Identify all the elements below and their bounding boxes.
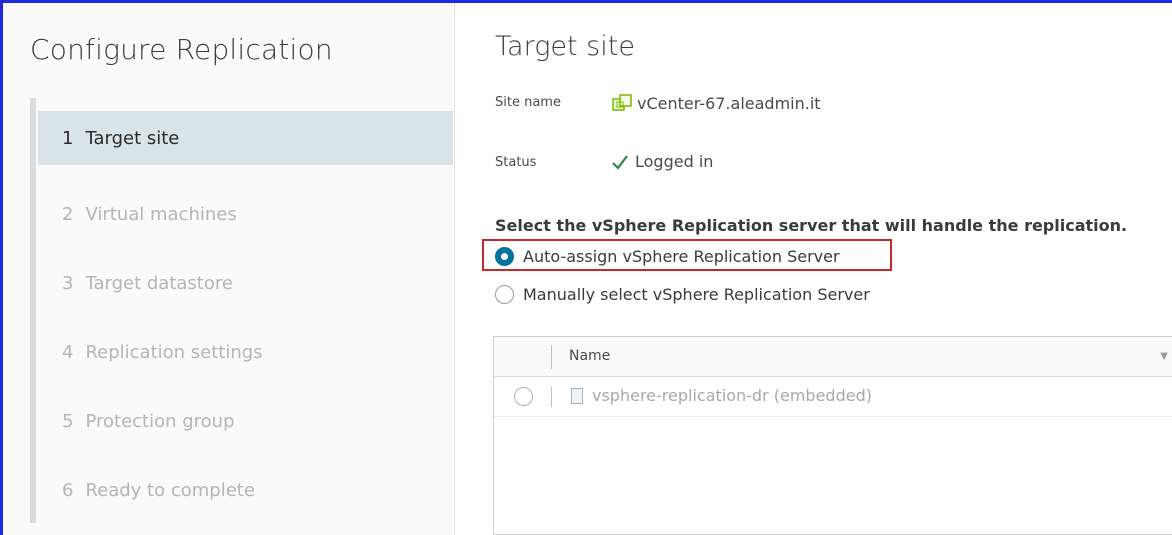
row-separator bbox=[551, 387, 552, 407]
step-number: 5 bbox=[62, 411, 74, 432]
main-content: Target site Site name vCenter-67.aleadmi… bbox=[482, 3, 1172, 535]
column-separator bbox=[551, 345, 552, 369]
step-label: Target site bbox=[85, 127, 180, 149]
wizard-title: Configure Replication bbox=[30, 33, 333, 66]
manual-select-label: Manually select vSphere Replication Serv… bbox=[523, 285, 870, 304]
check-icon bbox=[612, 154, 628, 170]
step-label: Target datastore bbox=[85, 273, 233, 294]
manual-select-option[interactable]: Manually select vSphere Replication Serv… bbox=[495, 285, 870, 304]
status-text: Logged in bbox=[635, 152, 714, 171]
step-number: 1 bbox=[62, 127, 74, 149]
radio-button-checked[interactable] bbox=[495, 247, 514, 266]
step-ready-to-complete[interactable]: 6 Ready to complete bbox=[38, 456, 453, 525]
column-header-name[interactable]: Name bbox=[569, 348, 610, 364]
row-name: vsphere-replication-dr (embedded) bbox=[571, 386, 872, 405]
wizard-nav: Configure Replication 1 Target site 2 Vi… bbox=[3, 3, 455, 535]
site-name-text: vCenter-67.aleadmin.it bbox=[637, 93, 821, 113]
step-target-site[interactable]: 1 Target site bbox=[38, 111, 453, 165]
step-label: Virtual machines bbox=[85, 204, 237, 225]
vm-icon bbox=[571, 387, 583, 404]
sort-caret-icon[interactable]: ▼ bbox=[1160, 351, 1168, 362]
step-label: Ready to complete bbox=[85, 480, 255, 501]
grid-header: Name ▼ bbox=[494, 337, 1172, 377]
radio-button[interactable] bbox=[495, 285, 514, 304]
step-target-datastore[interactable]: 3 Target datastore bbox=[38, 249, 453, 318]
step-virtual-machines[interactable]: 2 Virtual machines bbox=[38, 180, 453, 249]
step-number: 2 bbox=[62, 204, 74, 225]
vcenter-icon bbox=[612, 94, 632, 111]
row-name-text: vsphere-replication-dr (embedded) bbox=[592, 386, 872, 405]
server-question: Select the vSphere Replication server th… bbox=[495, 216, 1128, 235]
nav-rail bbox=[30, 98, 36, 523]
auto-assign-option[interactable]: Auto-assign vSphere Replication Server bbox=[482, 239, 892, 271]
step-protection-group[interactable]: 5 Protection group bbox=[38, 387, 453, 456]
row-radio-button[interactable] bbox=[514, 387, 533, 406]
step-label: Protection group bbox=[85, 411, 235, 432]
site-name-value: vCenter-67.aleadmin.it bbox=[611, 92, 821, 114]
step-replication-settings[interactable]: 4 Replication settings bbox=[38, 318, 453, 387]
wizard-steps: 1 Target site 2 Virtual machines 3 Targe… bbox=[38, 111, 453, 525]
step-label: Replication settings bbox=[85, 342, 263, 363]
page-title: Target site bbox=[495, 31, 635, 62]
status-value: Logged in bbox=[611, 152, 713, 171]
step-number: 3 bbox=[62, 273, 74, 294]
server-grid: Name ▼ vsphere-replication-dr (embedded) bbox=[493, 336, 1172, 535]
step-number: 6 bbox=[62, 480, 74, 501]
highlight-box bbox=[482, 239, 892, 271]
status-label: Status bbox=[495, 155, 537, 170]
step-number: 4 bbox=[62, 342, 74, 363]
table-row[interactable]: vsphere-replication-dr (embedded) bbox=[494, 377, 1172, 417]
site-name-label: Site name bbox=[495, 95, 561, 110]
